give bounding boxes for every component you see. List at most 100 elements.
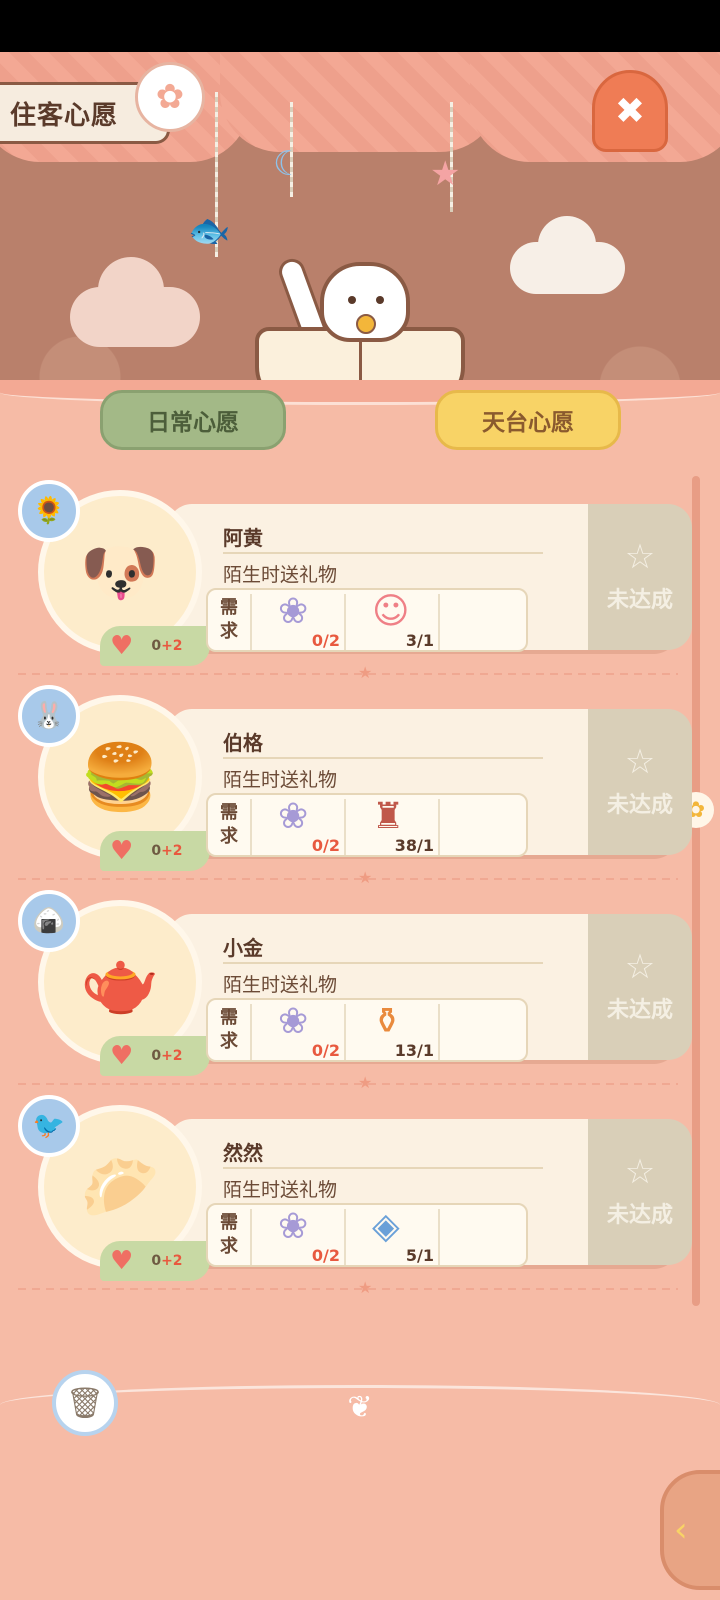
lavender-icon: ❀ bbox=[278, 591, 309, 632]
close-icon: ✖ bbox=[614, 90, 646, 132]
bunny-icon: 🐰 bbox=[18, 685, 80, 747]
requirement-item[interactable]: ☺ 3/1 bbox=[348, 592, 438, 652]
separator bbox=[344, 594, 346, 650]
status-badge: ☆ 未达成 bbox=[588, 709, 692, 855]
star-icon: ☆ bbox=[624, 742, 656, 782]
requirement-item[interactable]: ◈ 5/1 bbox=[348, 1207, 438, 1267]
requirement-item[interactable]: ⚱ 13/1 bbox=[348, 1002, 438, 1062]
status-badge: ☆ 未达成 bbox=[588, 914, 692, 1060]
separator bbox=[250, 594, 252, 650]
doll-icon: ☺ bbox=[372, 591, 410, 632]
dotted-divider: ★ bbox=[18, 663, 678, 682]
status-bar bbox=[0, 0, 720, 52]
trash-button[interactable]: 🗑 bbox=[52, 1370, 118, 1436]
dog-avatar-icon: 🐶 bbox=[80, 535, 160, 610]
heart-icon: ♥ bbox=[110, 1246, 134, 1276]
status-text: 未达成 bbox=[606, 793, 673, 818]
status-badge: ☆ 未达成 bbox=[588, 504, 692, 650]
heart-icon: ♥ bbox=[110, 1041, 134, 1071]
winged-heart-icon: ❦ bbox=[347, 1389, 373, 1425]
red-bird-icon: 🐦 bbox=[18, 1095, 80, 1157]
separator bbox=[344, 799, 346, 855]
request-text: 陌生时送礼物 bbox=[223, 1179, 338, 1201]
heart-icon: ♥ bbox=[110, 836, 134, 866]
heart-icon: ♥ bbox=[110, 631, 134, 661]
tab-daily-wish[interactable]: 日常心愿 bbox=[100, 390, 286, 450]
close-button[interactable]: ✖ bbox=[592, 70, 668, 152]
lavender-icon: ❀ bbox=[278, 1206, 309, 1247]
lavender-icon: ❀ bbox=[278, 1001, 309, 1042]
dotted-divider: ★ bbox=[18, 1278, 678, 1297]
gem-box-icon: ◈ bbox=[372, 1206, 400, 1247]
sunflower-icon: 🌻 bbox=[18, 480, 80, 542]
star-ornament-icon: ★ bbox=[430, 154, 461, 194]
requirement-box: 需求 ❀ 0/2 ♜ 38/1 bbox=[206, 793, 528, 857]
curtain-middle bbox=[220, 52, 500, 152]
requirement-box: 需求 ❀ 0/2 ◈ 5/1 bbox=[206, 1203, 528, 1267]
need-label: 需求 bbox=[220, 802, 238, 847]
bun-avatar-icon: 🥟 bbox=[80, 1150, 160, 1225]
scrollbar[interactable] bbox=[692, 476, 700, 1306]
cloud-left bbox=[70, 257, 200, 347]
affection-pill: ♥ 0+2 bbox=[100, 831, 210, 871]
affection-value: 0+2 bbox=[151, 1048, 183, 1064]
eye bbox=[348, 296, 356, 304]
item-count: 0/2 bbox=[311, 1041, 340, 1060]
requirement-item[interactable]: ❀ 0/2 bbox=[254, 1207, 344, 1267]
collapse-button[interactable]: ‹ bbox=[660, 1470, 720, 1590]
separator bbox=[250, 799, 252, 855]
need-label: 需求 bbox=[220, 1007, 238, 1052]
requirement-box: 需求 ❀ 0/2 ⚱ 13/1 bbox=[206, 998, 528, 1062]
item-count: 5/1 bbox=[405, 1246, 434, 1265]
item-count: 38/1 bbox=[394, 836, 434, 855]
resident-name: 小金 bbox=[223, 936, 263, 960]
star-icon: ☆ bbox=[624, 537, 656, 577]
trash-icon: 🗑 bbox=[65, 1385, 105, 1421]
requirement-item[interactable]: ❀ 0/2 bbox=[254, 797, 344, 857]
requirement-item[interactable]: ❀ 0/2 bbox=[254, 592, 344, 652]
dotted-divider: ★ bbox=[18, 868, 678, 887]
status-badge: ☆ 未达成 bbox=[588, 1119, 692, 1265]
divider bbox=[223, 962, 543, 964]
separator bbox=[438, 1209, 440, 1265]
need-label: 需求 bbox=[220, 597, 238, 642]
star-icon: ☆ bbox=[624, 1152, 656, 1192]
affection-value: 0+2 bbox=[151, 843, 183, 859]
wish-card: ☆ 未达成 🥟 🐦 ♥ 0+2 然然 陌生时送礼物 需求 ❀ 0/2 ◈ 5/1 bbox=[18, 1095, 692, 1281]
separator bbox=[438, 799, 440, 855]
affection-pill: ♥ 0+2 bbox=[100, 1241, 210, 1281]
separator bbox=[438, 594, 440, 650]
fish-ornament-icon: 🐟 bbox=[188, 211, 231, 251]
resident-name: 然然 bbox=[223, 1141, 263, 1165]
affection-value: 0+2 bbox=[151, 1253, 183, 1269]
status-text: 未达成 bbox=[606, 588, 673, 613]
cat-mascot-icon bbox=[320, 262, 410, 342]
lavender-icon: ❀ bbox=[278, 796, 309, 837]
divider bbox=[223, 757, 543, 759]
request-text: 陌生时送礼物 bbox=[223, 769, 338, 791]
affection-pill: ♥ 0+2 bbox=[100, 626, 210, 666]
tab-rooftop-wish[interactable]: 天台心愿 bbox=[435, 390, 621, 450]
paw-icon: ✿ bbox=[135, 62, 205, 132]
affection-value: 0+2 bbox=[151, 638, 183, 654]
request-text: 陌生时送礼物 bbox=[223, 974, 338, 996]
cat-stand-icon: ♜ bbox=[372, 796, 405, 837]
affection-pill: ♥ 0+2 bbox=[100, 1036, 210, 1076]
requirement-item[interactable]: ❀ 0/2 bbox=[254, 1002, 344, 1062]
eye bbox=[376, 296, 384, 304]
separator bbox=[344, 1004, 346, 1060]
resident-name: 阿黄 bbox=[223, 526, 263, 550]
status-text: 未达成 bbox=[606, 1203, 673, 1228]
separator bbox=[250, 1004, 252, 1060]
requirement-item[interactable]: ♜ 38/1 bbox=[348, 797, 438, 857]
status-text: 未达成 bbox=[606, 998, 673, 1023]
request-text: 陌生时送礼物 bbox=[223, 564, 338, 586]
item-count: 0/2 bbox=[311, 1246, 340, 1265]
wish-card: ☆ 未达成 🐶 🌻 ♥ 0+2 阿黄 陌生时送礼物 需求 ❀ 0/2 ☺ 3/1 bbox=[18, 480, 692, 666]
divider bbox=[223, 1167, 543, 1169]
divider bbox=[223, 552, 543, 554]
wish-card: ☆ 未达成 🍔 🐰 ♥ 0+2 伯格 陌生时送礼物 需求 ❀ 0/2 ♜ 38/… bbox=[18, 685, 692, 871]
dumpling-icon: 🍙 bbox=[18, 890, 80, 952]
jar-icon: ⚱ bbox=[372, 1001, 403, 1042]
dotted-divider: ★ bbox=[18, 1073, 678, 1092]
